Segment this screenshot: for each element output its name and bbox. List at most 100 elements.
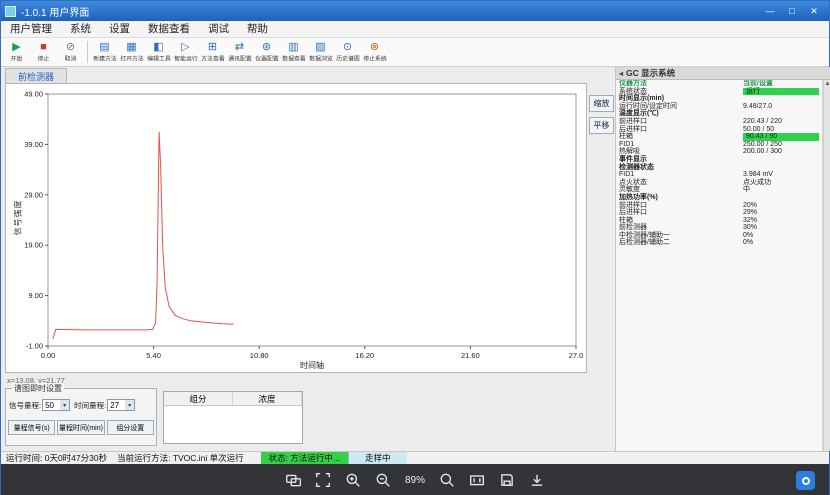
signal-range-value: 50 (45, 401, 54, 410)
menu-item[interactable]: 用户管理 (1, 21, 61, 38)
toolbar-item-label: 方法查看 (201, 54, 224, 63)
bottom-toolbar: 89% (1, 464, 829, 495)
menu-item[interactable]: 设置 (100, 21, 139, 38)
range-time-button[interactable]: 量程时间(min) (57, 420, 104, 435)
group-title: 谱图即时设置 (12, 383, 64, 394)
app-icon (5, 6, 16, 17)
scroll-up-icon[interactable]: ▲ (824, 80, 830, 89)
component-column-header: 组分 (164, 392, 233, 405)
method-view-button[interactable]: ⊞方法查看 (199, 39, 226, 66)
time-range-input[interactable]: 27 ▾ (107, 399, 135, 411)
new-method-button[interactable]: ▤新建方法 (91, 39, 118, 66)
menu-item[interactable]: 调试 (199, 21, 238, 38)
svg-text:39.00: 39.00 (24, 140, 43, 149)
method-view-icon: ⊞ (208, 41, 217, 53)
gc-row: 检测器状态 (616, 164, 822, 172)
svg-text:27.0: 27.0 (569, 351, 584, 360)
menu-item[interactable]: 帮助 (238, 21, 277, 38)
zoom-out-icon[interactable] (375, 472, 391, 488)
gc-row: 事件显示 (616, 156, 822, 164)
stop-system-icon: ⊗ (370, 41, 379, 53)
open-method-icon: ▦ (126, 41, 136, 53)
gc-row: 前检测器30% (616, 224, 822, 232)
toolbar-item-label: 取消 (65, 54, 77, 63)
menu-item[interactable]: 数据查看 (139, 21, 199, 38)
toolbar: ▶开始■停止⊘取消▤新建方法▦打开方法◧编辑工具▷智能运行⊞方法查看⇄通讯配置⊛… (1, 38, 829, 67)
component-settings-button[interactable]: 组分设置 (107, 420, 154, 435)
app-window: -1.0.1 用户界面 — □ ✕ 用户管理系统设置数据查看调试帮助 ▶开始■停… (0, 0, 830, 495)
toolbar-item-label: 历史谱图 (336, 54, 359, 63)
magnifier-icon[interactable] (439, 472, 455, 488)
save-icon[interactable] (499, 472, 515, 488)
data-browse-button[interactable]: ▨数据浏览 (307, 39, 334, 66)
zoom-button[interactable]: 缩放 (589, 95, 614, 112)
component-table: 组分 浓度 (163, 391, 303, 444)
zoom-percent: 89% (405, 475, 425, 486)
fit-screen-icon[interactable] (315, 472, 331, 488)
svg-text:49.00: 49.00 (24, 90, 43, 99)
history-chart-button[interactable]: ⊙历史谱图 (334, 39, 361, 66)
toolbar-item-label: 停止系统 (363, 54, 386, 63)
toolbar-item-label: 智能运行 (174, 54, 197, 63)
stop-icon: ■ (40, 41, 47, 53)
minimize-button[interactable]: — (759, 2, 781, 20)
download-icon[interactable] (529, 472, 545, 488)
zoom-in-icon[interactable] (345, 472, 361, 488)
spectrum-settings-group: 谱图即时设置 信号量程: 50 ▾ 时间量程: 27 ▾ (5, 388, 157, 446)
svg-text:19.00: 19.00 (24, 241, 43, 250)
chevron-down-icon[interactable]: ▾ (125, 400, 134, 410)
svg-text:16.20: 16.20 (355, 351, 374, 360)
gc-row: 前进样口20% (616, 202, 822, 210)
edit-tools-icon: ◧ (153, 41, 163, 53)
svg-text:5.40: 5.40 (146, 351, 161, 360)
signal-range-field: 信号量程: 50 ▾ (9, 399, 70, 411)
svg-text:0.00: 0.00 (41, 351, 56, 360)
cancel-icon: ⊘ (66, 41, 75, 53)
maximize-button[interactable]: □ (781, 2, 803, 20)
gc-row: 后检测器/辅助二0% (616, 239, 822, 247)
svg-text:时间轴: 时间轴 (300, 360, 324, 370)
range-signal-button[interactable]: 量程信号(s) (8, 420, 55, 435)
gc-row: 时间显示(min) (616, 95, 822, 103)
y-axis-label: 信号强度 (13, 200, 24, 236)
toolbar-item-label: 开始 (11, 54, 23, 63)
gc-scrollbar[interactable]: ▲ (823, 80, 830, 451)
start-icon: ▶ (12, 41, 20, 53)
edit-tools-button[interactable]: ◧编辑工具 (145, 39, 172, 66)
status-bar: 运行时间: 0天0时47分30秒 当前运行方法: TVOC.ini 单次运行 状… (1, 451, 829, 464)
gc-row: 加热功率(%) (616, 194, 822, 202)
gc-panel-title-bar: ◂ GC 显示系统 (616, 67, 830, 80)
svg-text:9.00: 9.00 (28, 291, 43, 300)
gc-row: 仪器方法当前/设置 (616, 80, 822, 88)
signal-range-input[interactable]: 50 ▾ (42, 399, 70, 411)
toolbar-item-label: 数据浏览 (309, 54, 332, 63)
sampling-status-badge: 走样中 (348, 452, 407, 464)
actual-size-icon[interactable] (469, 472, 485, 488)
data-view-button[interactable]: ▥数据查看 (280, 39, 307, 66)
open-method-button[interactable]: ▦打开方法 (118, 39, 145, 66)
svg-text:21.60: 21.60 (461, 351, 480, 360)
chart-area: 前检测器 -1.009.0019.0029.0039.0049.000.005.… (1, 67, 615, 451)
stop-button[interactable]: ■停止 (30, 39, 57, 66)
pan-button[interactable]: 平移 (589, 117, 614, 134)
collapse-arrow-icon[interactable]: ◂ (619, 69, 623, 78)
menu-item[interactable]: 系统 (61, 21, 100, 38)
gc-row: 点火状态点火成功 (616, 179, 822, 187)
tab-front-detector[interactable]: 前检测器 (5, 68, 67, 83)
concentration-column-header: 浓度 (233, 392, 302, 405)
stop-system-button[interactable]: ⊗停止系统 (361, 39, 388, 66)
instrument-config-icon: ⊛ (262, 41, 271, 53)
data-browse-icon: ▨ (315, 41, 325, 53)
displays-icon[interactable] (285, 472, 301, 488)
toolbar-item-label: 通讯配置 (228, 54, 251, 63)
chevron-down-icon[interactable]: ▾ (60, 400, 69, 410)
smart-run-button[interactable]: ▷智能运行 (172, 39, 199, 66)
close-button[interactable]: ✕ (803, 2, 825, 20)
comm-config-button[interactable]: ⇄通讯配置 (226, 39, 253, 66)
window-controls: — □ ✕ (759, 2, 825, 20)
app-tray-icon[interactable] (796, 471, 815, 490)
instrument-config-button[interactable]: ⊛仪器配置 (253, 39, 280, 66)
data-view-icon: ▥ (288, 41, 298, 53)
cancel-button[interactable]: ⊘取消 (57, 39, 84, 66)
start-button[interactable]: ▶开始 (3, 39, 30, 66)
